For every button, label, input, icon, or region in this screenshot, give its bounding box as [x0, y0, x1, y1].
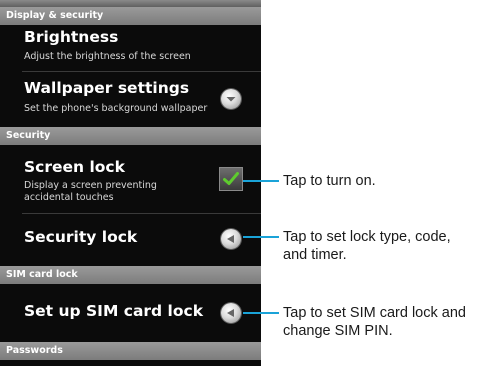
sim-lock-title: Set up SIM card lock [24, 302, 203, 320]
wallpaper-expand-button[interactable] [221, 89, 241, 109]
phone-settings-screen: Display & security Brightness Adjust the… [0, 0, 261, 366]
callout-security-lock-line-2: and timer. [283, 247, 347, 263]
section-header-security: Security [0, 127, 261, 145]
sim-lock-item[interactable]: Set up SIM card lock [0, 284, 261, 342]
callout-line-sim-lock [243, 312, 279, 314]
callout-security-lock: Tap to set lock type, code, and timer. [283, 228, 451, 264]
wallpaper-title: Wallpaper settings [24, 79, 190, 97]
screen-lock-title: Screen lock [24, 158, 125, 176]
arrow-icon [227, 235, 234, 243]
wallpaper-item[interactable]: Wallpaper settings Set the phone's backg… [0, 72, 261, 126]
callout-line-security-lock [243, 236, 279, 238]
callout-sim-lock-line-2: change SIM PIN. [283, 323, 393, 339]
callout-security-lock-line-1: Tap to set lock type, code, [283, 229, 451, 245]
check-icon [223, 172, 239, 185]
brightness-title: Brightness [24, 28, 119, 46]
screen-lock-item[interactable]: Screen lock Display a screen preventing … [0, 145, 261, 213]
chevron-down-icon [226, 97, 236, 102]
security-lock-item[interactable]: Security lock [0, 214, 261, 266]
arrow-icon [227, 309, 234, 317]
callout-sim-lock: Tap to set SIM card lock and change SIM … [283, 304, 466, 340]
section-header-passwords: Passwords [0, 342, 261, 360]
section-header-display-security: Display & security [0, 7, 261, 25]
callout-line-screen-lock [243, 180, 279, 182]
brightness-item[interactable]: Brightness Adjust the brightness of the … [0, 25, 261, 71]
security-lock-button[interactable] [221, 229, 241, 249]
section-header-sim-card-lock: SIM card lock [0, 266, 261, 284]
security-lock-title: Security lock [24, 228, 138, 246]
callout-sim-lock-line-1: Tap to set SIM card lock and [283, 305, 466, 321]
sim-lock-button[interactable] [221, 303, 241, 323]
screen-lock-subtitle: Display a screen preventing accidental t… [24, 180, 157, 203]
wallpaper-subtitle: Set the phone's background wallpaper [24, 103, 208, 114]
brightness-subtitle: Adjust the brightness of the screen [24, 51, 191, 62]
screen-lock-checkbox[interactable] [219, 167, 243, 191]
callout-screen-lock: Tap to turn on. [283, 173, 376, 189]
